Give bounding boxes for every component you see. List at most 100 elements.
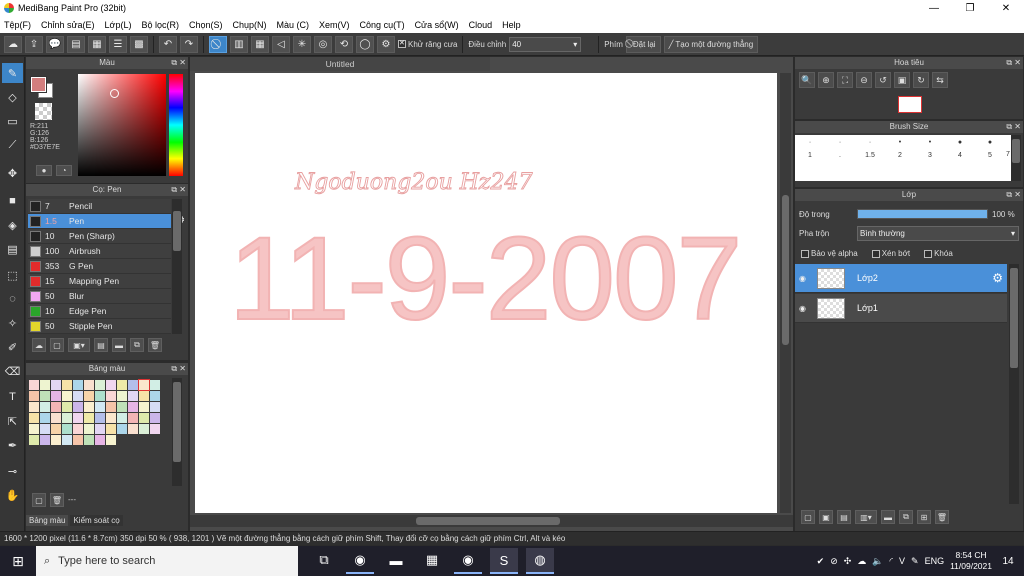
palette-swatch[interactable] (73, 391, 83, 401)
palette-swatch[interactable] (150, 402, 160, 412)
palette-swatch[interactable] (95, 402, 105, 412)
scrollbar-thumb[interactable] (416, 517, 560, 525)
palette-grid[interactable] (29, 379, 160, 445)
curve-snap-icon[interactable]: ⟲ (335, 35, 353, 53)
skype-icon[interactable]: S (490, 548, 518, 574)
bucket-tool-icon[interactable]: ◈ (2, 215, 23, 235)
palette-swatch[interactable] (117, 380, 127, 390)
operation-tool-icon[interactable]: ⇱ (2, 411, 23, 431)
brush-delete-icon[interactable]: 🗑 (148, 338, 162, 352)
fill-rect-tool-icon[interactable]: ■ (2, 191, 23, 211)
palette-delete-icon[interactable]: 🗑 (50, 493, 64, 507)
palette-swatch[interactable] (117, 391, 127, 401)
panel-float-icon[interactable]: ⧉ ✕ (171, 363, 186, 375)
menu-view[interactable]: Xem(V) (319, 20, 350, 30)
language-indicator[interactable]: ENG (925, 556, 945, 566)
palette-swatch[interactable] (62, 424, 72, 434)
menu-file[interactable]: Tệp(F) (4, 20, 31, 30)
brush-item-airbrush[interactable]: 100 Airbrush (28, 244, 171, 259)
palette-swatch[interactable] (139, 402, 149, 412)
brush-item-g-pen[interactable]: 353 G Pen (28, 259, 171, 274)
palette-swatch[interactable] (62, 380, 72, 390)
color-mode-icon[interactable]: ● (36, 165, 52, 176)
palette-swatch[interactable] (139, 435, 149, 445)
edit-icon[interactable]: ✎ (911, 556, 919, 567)
zoom-actual-icon[interactable]: ⛶ (837, 72, 853, 88)
palette-swatch[interactable] (139, 391, 149, 401)
eraser-tool-icon[interactable]: ◇ (2, 87, 23, 107)
chat-icon[interactable]: ▤ (67, 35, 85, 53)
select-eraser-tool-icon[interactable]: ⌫ (2, 361, 23, 381)
palette-swatch[interactable] (84, 435, 94, 445)
magic-wand-tool-icon[interactable]: ✧ (2, 313, 23, 333)
scrollbar-thumb[interactable] (1010, 268, 1018, 368)
palette-swatch[interactable] (117, 435, 127, 445)
menu-help[interactable]: Help (502, 20, 521, 30)
palette-swatch[interactable] (73, 413, 83, 423)
brush-item-edge-pen[interactable]: 10 Edge Pen (28, 304, 171, 319)
palette-swatch[interactable] (84, 424, 94, 434)
chrome-icon[interactable]: ◉ (346, 548, 374, 574)
lock-toggle[interactable]: Khóa (924, 249, 953, 258)
transparent-color-swatch[interactable] (35, 103, 52, 120)
palette-swatch[interactable] (150, 424, 160, 434)
onedrive-icon[interactable]: ☁ (857, 556, 866, 567)
palette-swatch[interactable] (128, 435, 138, 445)
wifi-icon[interactable]: ◜ (890, 556, 894, 567)
zoom-out-icon[interactable]: ⊖ (856, 72, 872, 88)
palette-swatch[interactable] (51, 391, 61, 401)
color-history-icon[interactable]: ◔ (56, 165, 72, 176)
brush-size-option[interactable]: ·. (825, 135, 855, 181)
add-layer-dropdown-icon[interactable]: ▥▾ (855, 510, 877, 524)
palette-add-icon[interactable]: ▢ (32, 493, 46, 507)
palette-swatch[interactable] (106, 413, 116, 423)
brush-size-option[interactable]: ● 4 (945, 135, 975, 181)
palette-swatch[interactable] (139, 413, 149, 423)
palette-swatch[interactable] (95, 413, 105, 423)
undo-icon[interactable]: ↶ (159, 35, 177, 53)
brush-copy-icon[interactable]: ▤ (94, 338, 108, 352)
panel-float-icon[interactable]: ⧉ ✕ (171, 57, 186, 69)
maximize-button[interactable]: ❐ (952, 0, 988, 16)
palette-swatch[interactable] (40, 413, 50, 423)
drawing-canvas[interactable]: Ngoduong2ou Hz247 11-9-2007 (195, 73, 777, 513)
tab-brush-control[interactable]: Kiểm soát cọ (70, 515, 123, 526)
palette-swatch[interactable] (73, 435, 83, 445)
ring-snap-icon[interactable]: ◯ (356, 35, 374, 53)
reset-button[interactable]: ⃠ Đặt lại (625, 35, 661, 53)
bluetooth-icon[interactable]: ✣ (844, 556, 852, 567)
palette-swatch[interactable] (84, 391, 94, 401)
fit-window-icon[interactable]: ▣ (894, 72, 910, 88)
clipping-checkbox[interactable] (871, 249, 880, 258)
canvas-vertical-scrollbar[interactable] (780, 73, 791, 513)
grid-icon[interactable]: ▩ (130, 35, 148, 53)
radial-snap-icon[interactable]: ✳ (293, 35, 311, 53)
gradient-tool-icon[interactable]: ▤ (2, 239, 23, 259)
palette-swatch[interactable] (128, 380, 138, 390)
minimize-button[interactable]: — (916, 0, 952, 16)
select-rect-tool-icon[interactable]: ⬚ (2, 265, 23, 285)
close-button[interactable]: ✕ (988, 0, 1024, 16)
scrollbar-thumb[interactable] (173, 382, 181, 462)
lock-checkbox[interactable] (924, 249, 933, 258)
palette-swatch[interactable] (150, 391, 160, 401)
palette-swatch[interactable] (95, 391, 105, 401)
menu-tools[interactable]: Công cụ(T) (360, 20, 405, 30)
store-icon[interactable]: ▦ (418, 548, 446, 574)
document-tab[interactable]: Untitled (190, 57, 490, 71)
palette-swatch[interactable] (40, 402, 50, 412)
panel-float-icon[interactable]: ⧉ ✕ (1006, 57, 1021, 69)
comment-icon[interactable]: 💬 (46, 35, 64, 53)
list-icon[interactable]: ☰ (109, 35, 127, 53)
antialias-checkbox[interactable] (398, 39, 406, 48)
dot-tool-icon[interactable]: ⟋ (2, 135, 23, 155)
layer-settings-icon[interactable]: ⚙ (992, 271, 1003, 285)
palette-swatch[interactable] (84, 380, 94, 390)
folder-icon[interactable]: ▬ (881, 510, 895, 524)
palette-swatch[interactable] (62, 413, 72, 423)
select-pen-tool-icon[interactable]: ✐ (2, 337, 23, 357)
menu-filter[interactable]: Bộ lọc(R) (141, 20, 179, 30)
palette-swatch[interactable] (29, 424, 39, 434)
protect-alpha-toggle[interactable]: Bảo vệ alpha (801, 249, 858, 258)
palette-swatch[interactable] (73, 424, 83, 434)
